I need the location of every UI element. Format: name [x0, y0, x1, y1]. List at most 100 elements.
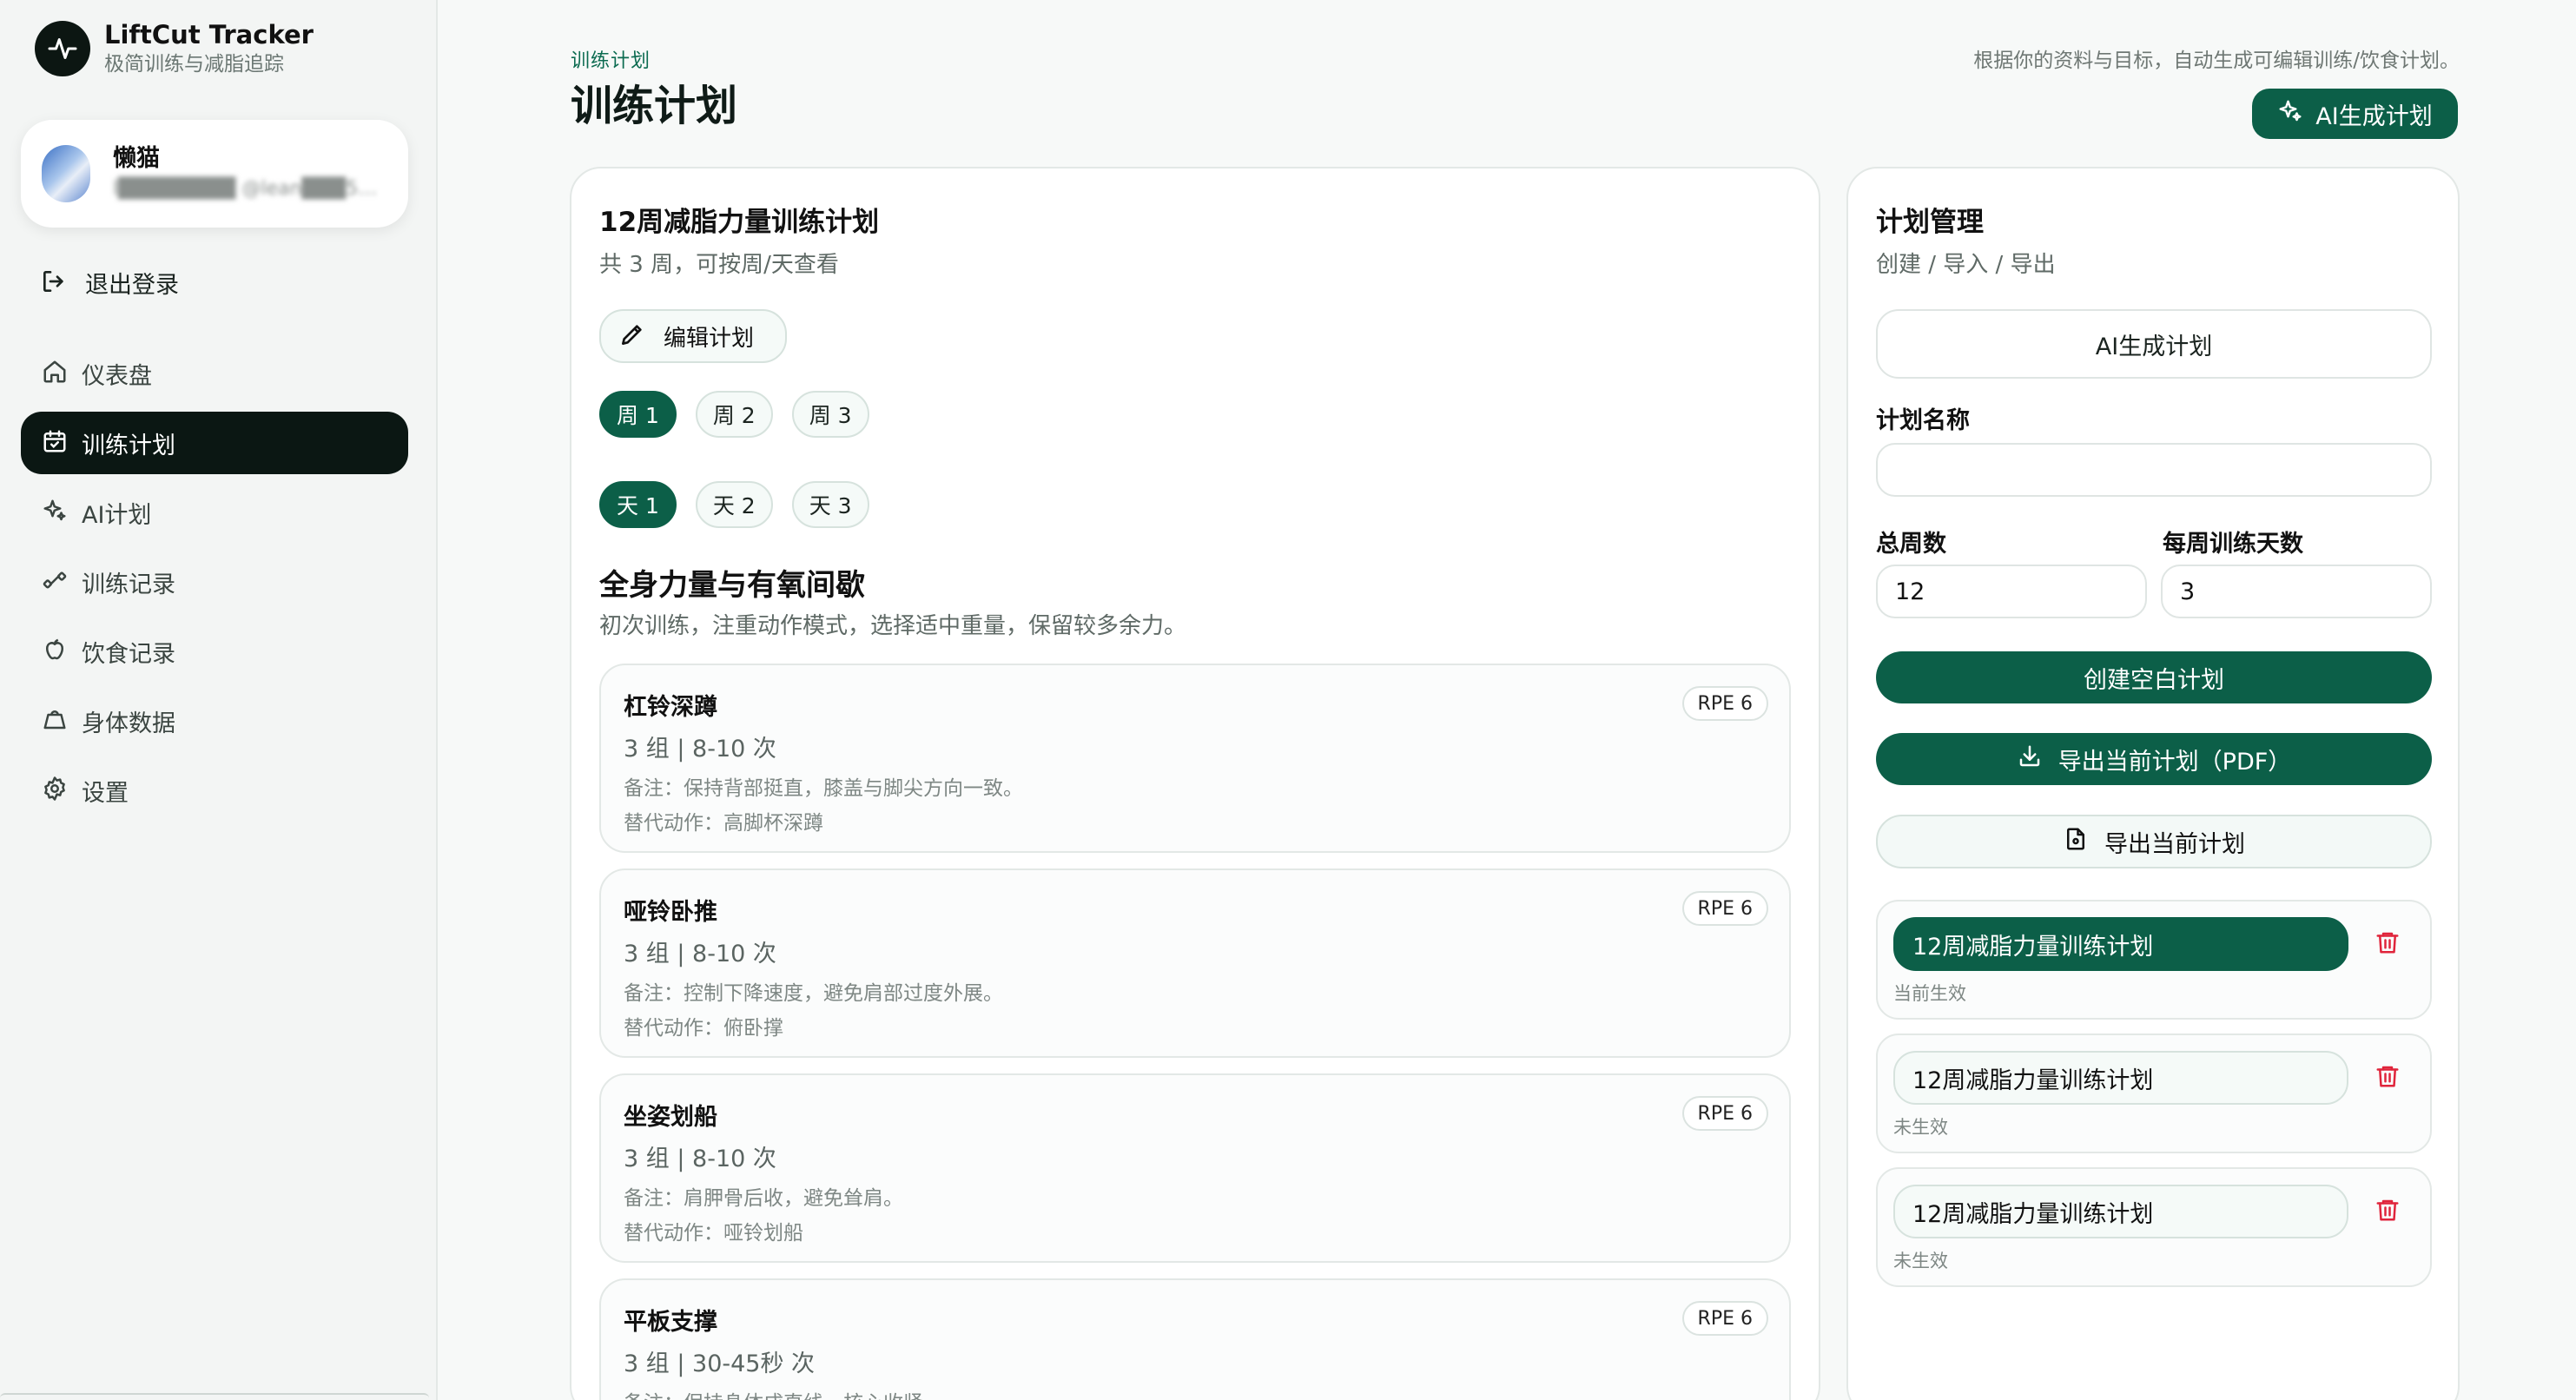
- dumbbell-icon: [42, 567, 68, 597]
- exercise-name: 杠铃深蹲: [624, 694, 717, 721]
- plan-status: 当前生效: [1893, 983, 1966, 1004]
- exercise-alternative: 替代动作：哑铃划船: [624, 1222, 803, 1245]
- edit-plan-button[interactable]: 编辑计划: [599, 309, 787, 363]
- exercise-card[interactable]: 哑铃卧推 RPE 6 3 组 | 8-10 次 备注：控制下降速度，避免肩部过度…: [599, 868, 1791, 1058]
- plan-chip[interactable]: 12周减脂力量训练计划: [1893, 917, 2348, 971]
- exercise-sets: 3 组 | 8-10 次: [624, 736, 776, 763]
- page-description: 根据你的资料与目标，自动生成可编辑训练/饮食计划。: [1973, 50, 2460, 72]
- export-plan-label: 导出当前计划: [2104, 830, 2245, 858]
- file-icon: [2063, 826, 2089, 858]
- exercise-note: 备注：保持背部挺直，膝盖与脚尖方向一致。: [624, 777, 1023, 800]
- exercise-note: 备注：控制下降速度，避免肩部过度外展。: [624, 982, 1003, 1005]
- sidebar-item-dashboard[interactable]: 仪表盘: [21, 342, 408, 405]
- sparkles-icon: [42, 498, 68, 527]
- day-title: 全身力量与有氧间歇: [599, 568, 865, 603]
- plan-management-panel: 计划管理 创建 / 导入 / 导出 AI生成计划 计划名称 总周数 每周训练天数…: [1846, 167, 2460, 1400]
- days-per-week-input[interactable]: [2161, 565, 2432, 618]
- plan-list-item[interactable]: 12周减脂力量训练计划 当前生效: [1876, 900, 2432, 1020]
- trash-icon[interactable]: [2375, 929, 2401, 959]
- total-weeks-label: 总周数: [1876, 531, 1946, 558]
- sidebar-item-training-log[interactable]: 训练记录: [21, 551, 408, 613]
- user-email: l████████ @lean███58...: [113, 178, 382, 200]
- total-weeks-input[interactable]: [1876, 565, 2147, 618]
- app-subtitle: 极简训练与减脂追踪: [104, 53, 284, 76]
- page-eyebrow: 训练计划: [571, 50, 651, 72]
- sidebar: LiftCut Tracker 极简训练与减脂追踪 懒猫 l████████ @…: [0, 0, 438, 1400]
- exercise-note: 备注：保持身体成直线，核心收紧: [624, 1386, 923, 1400]
- exercise-card[interactable]: 平板支撑 RPE 6 3 组 | 30-45秒 次 备注：保持身体成直线，核心收…: [599, 1278, 1791, 1400]
- ai-generate-plan-button[interactable]: AI生成计划: [2252, 89, 2458, 139]
- plan-list-item[interactable]: 12周减脂力量训练计划 未生效: [1876, 1033, 2432, 1153]
- exercise-card[interactable]: 坐姿划船 RPE 6 3 组 | 8-10 次 备注：肩胛骨后收，避免耸肩。 替…: [599, 1073, 1791, 1263]
- sidebar-item-ai-plan[interactable]: AI计划: [21, 481, 408, 544]
- tab-day-3[interactable]: 天 3: [791, 481, 869, 528]
- week-tabs: 周 1 周 2 周 3: [599, 391, 888, 438]
- user-name: 懒猫: [113, 145, 160, 172]
- sidebar-item-label: 训练记录: [82, 571, 175, 598]
- days-per-week-label: 每周训练天数: [2163, 531, 2303, 558]
- exercise-alternative: 替代动作：高脚杯深蹲: [624, 812, 823, 835]
- rpe-badge: RPE 6: [1681, 1096, 1768, 1131]
- calendar-icon: [42, 428, 68, 458]
- plan-panel: 12周减脂力量训练计划 共 3 周，可按周/天查看 编辑计划 周 1 周 2 周…: [570, 167, 1820, 1400]
- export-pdf-button[interactable]: 导出当前计划（PDF）: [1876, 733, 2432, 785]
- logout-icon: [40, 267, 68, 299]
- export-pdf-label: 导出当前计划（PDF）: [2057, 748, 2292, 776]
- plan-title: 12周减脂力量训练计划: [599, 207, 880, 238]
- plan-list-item[interactable]: 12周减脂力量训练计划 未生效: [1876, 1167, 2432, 1287]
- user-card[interactable]: 懒猫 l████████ @lean███58...: [21, 120, 408, 228]
- tab-week-2[interactable]: 周 2: [695, 391, 773, 438]
- apple-icon: [42, 637, 68, 666]
- export-plan-button[interactable]: 导出当前计划: [1876, 815, 2432, 868]
- tab-week-1[interactable]: 周 1: [599, 391, 677, 438]
- management-subtitle: 创建 / 导入 / 导出: [1876, 252, 2056, 278]
- sparkles-icon: [2277, 98, 2303, 130]
- trash-icon[interactable]: [2375, 1063, 2401, 1093]
- management-title: 计划管理: [1876, 207, 1984, 238]
- avatar: [42, 145, 90, 202]
- sidebar-item-training-plan[interactable]: 训练计划: [21, 412, 408, 474]
- home-icon: [42, 359, 68, 388]
- page-title: 训练计划: [571, 82, 738, 130]
- plan-name-input[interactable]: [1876, 443, 2432, 497]
- plan-name-label: 计划名称: [1876, 407, 1970, 434]
- create-blank-plan-button[interactable]: 创建空白计划: [1876, 651, 2432, 703]
- exercise-name: 坐姿划船: [624, 1104, 717, 1131]
- exercise-card[interactable]: 杠铃深蹲 RPE 6 3 组 | 8-10 次 备注：保持背部挺直，膝盖与脚尖方…: [599, 664, 1791, 853]
- exercise-note: 备注：肩胛骨后收，避免耸肩。: [624, 1187, 903, 1210]
- sidebar-item-label: 设置: [82, 779, 129, 807]
- day-description: 初次训练，注重动作模式，选择适中重量，保留较多余力。: [599, 613, 1187, 639]
- exercise-sets: 3 组 | 8-10 次: [624, 1146, 776, 1172]
- tab-day-2[interactable]: 天 2: [695, 481, 773, 528]
- exercise-sets: 3 组 | 8-10 次: [624, 941, 776, 967]
- rpe-badge: RPE 6: [1681, 686, 1768, 721]
- tab-day-1[interactable]: 天 1: [599, 481, 677, 528]
- brand[interactable]: LiftCut Tracker 极简训练与减脂追踪: [35, 19, 314, 78]
- sidebar-item-label: 训练计划: [82, 432, 175, 459]
- sidebar-item-label: 身体数据: [82, 710, 175, 737]
- exercise-name: 哑铃卧推: [624, 899, 717, 926]
- plan-status: 未生效: [1893, 1117, 1948, 1138]
- sidebar-item-label: 饮食记录: [82, 640, 175, 668]
- tab-week-3[interactable]: 周 3: [791, 391, 869, 438]
- exercise-name: 平板支撑: [624, 1309, 717, 1336]
- day-tabs: 天 1 天 2 天 3: [599, 481, 888, 528]
- sidebar-nav: 仪表盘 训练计划 AI计划 训练记录 饮食记录 身体数据 设置: [21, 342, 408, 829]
- plan-chip[interactable]: 12周减脂力量训练计划: [1893, 1051, 2348, 1105]
- sidebar-item-body-data[interactable]: 身体数据: [21, 690, 408, 752]
- plan-chip[interactable]: 12周减脂力量训练计划: [1893, 1185, 2348, 1238]
- plan-subtitle: 共 3 周，可按周/天查看: [599, 252, 839, 278]
- download-icon: [2017, 743, 2043, 776]
- pencil-icon: [618, 320, 646, 352]
- rpe-badge: RPE 6: [1681, 1301, 1768, 1336]
- create-blank-plan-label: 创建空白计划: [2084, 666, 2224, 694]
- weight-icon: [42, 706, 68, 736]
- sidebar-scrollbar[interactable]: [0, 1393, 429, 1400]
- ai-generate-plan-label: AI生成计划: [2315, 102, 2433, 130]
- trash-icon[interactable]: [2375, 1197, 2401, 1226]
- logout-button[interactable]: 退出登录: [40, 266, 179, 300]
- sidebar-item-diet-log[interactable]: 饮食记录: [21, 620, 408, 683]
- sidebar-item-settings[interactable]: 设置: [21, 759, 408, 822]
- ai-generate-plan-secondary-button[interactable]: AI生成计划: [1876, 309, 2432, 379]
- logout-label: 退出登录: [85, 272, 179, 299]
